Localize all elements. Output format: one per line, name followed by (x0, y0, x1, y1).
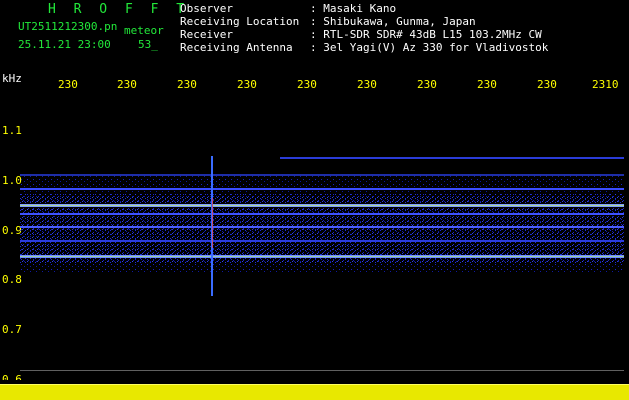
y-tick-label: 1.1 (2, 124, 22, 137)
trace-line (280, 157, 624, 159)
file-name: UT2511212300.pn (18, 20, 118, 33)
field-label-observer: Observer (180, 2, 233, 15)
field-label-location: Receiving Location (180, 15, 300, 28)
y-axis-unit: kHz (2, 72, 22, 85)
reference-line (20, 370, 624, 371)
y-tick-label: 0.9 (2, 224, 22, 237)
field-label-antenna: Receiving Antenna (180, 41, 293, 54)
level-bar-top (0, 380, 629, 384)
level-bar-edge (0, 384, 629, 385)
y-tick-label: 0.7 (2, 323, 22, 336)
field-label-receiver: Receiver (180, 28, 233, 41)
x-tick-label: 230 (537, 78, 557, 91)
date-time: 25.11.21 23:00 (18, 38, 111, 51)
spectrogram-plot (20, 156, 624, 371)
field-value-antenna: : 3el Yagi(V) Az 330 for Vladivostok (310, 41, 549, 54)
signal-level-strip (0, 380, 629, 400)
trace-highlight (20, 256, 624, 257)
field-value-location: : Shibukawa, Gunma, Japan (310, 15, 476, 28)
hrofft-spectrogram-window: H R O F F T UT2511212300.pn meteor 25.11… (0, 0, 629, 400)
x-tick-label: 230 (58, 78, 78, 91)
x-tick-label: 230 (177, 78, 197, 91)
level-bar (0, 384, 629, 400)
trace-line (20, 240, 624, 242)
meteor-streak-core (212, 198, 213, 248)
trace-line (20, 226, 624, 228)
field-value-receiver: : RTL-SDR SDR# 43dB L15 103.2MHz CW (310, 28, 542, 41)
x-tick-label: 230 (117, 78, 137, 91)
x-tick-label: 230 (477, 78, 497, 91)
x-tick-label: 2310 (592, 78, 619, 91)
x-tick-label: 230 (297, 78, 317, 91)
trace-line (20, 174, 624, 176)
y-tick-label: 1.0 (2, 174, 22, 187)
x-tick-label: 230 (417, 78, 437, 91)
x-tick-label: 230 (237, 78, 257, 91)
field-value-observer: : Masaki Kano (310, 2, 397, 15)
meteor-count: 53_ (138, 38, 158, 51)
x-tick-label: 230 (357, 78, 377, 91)
app-title: H R O F F T (48, 2, 190, 17)
trace-line (20, 213, 624, 215)
trace-line (20, 188, 624, 190)
trace-highlight (20, 205, 624, 206)
meteor-tag: meteor (124, 24, 164, 37)
y-tick-label: 0.8 (2, 273, 22, 286)
